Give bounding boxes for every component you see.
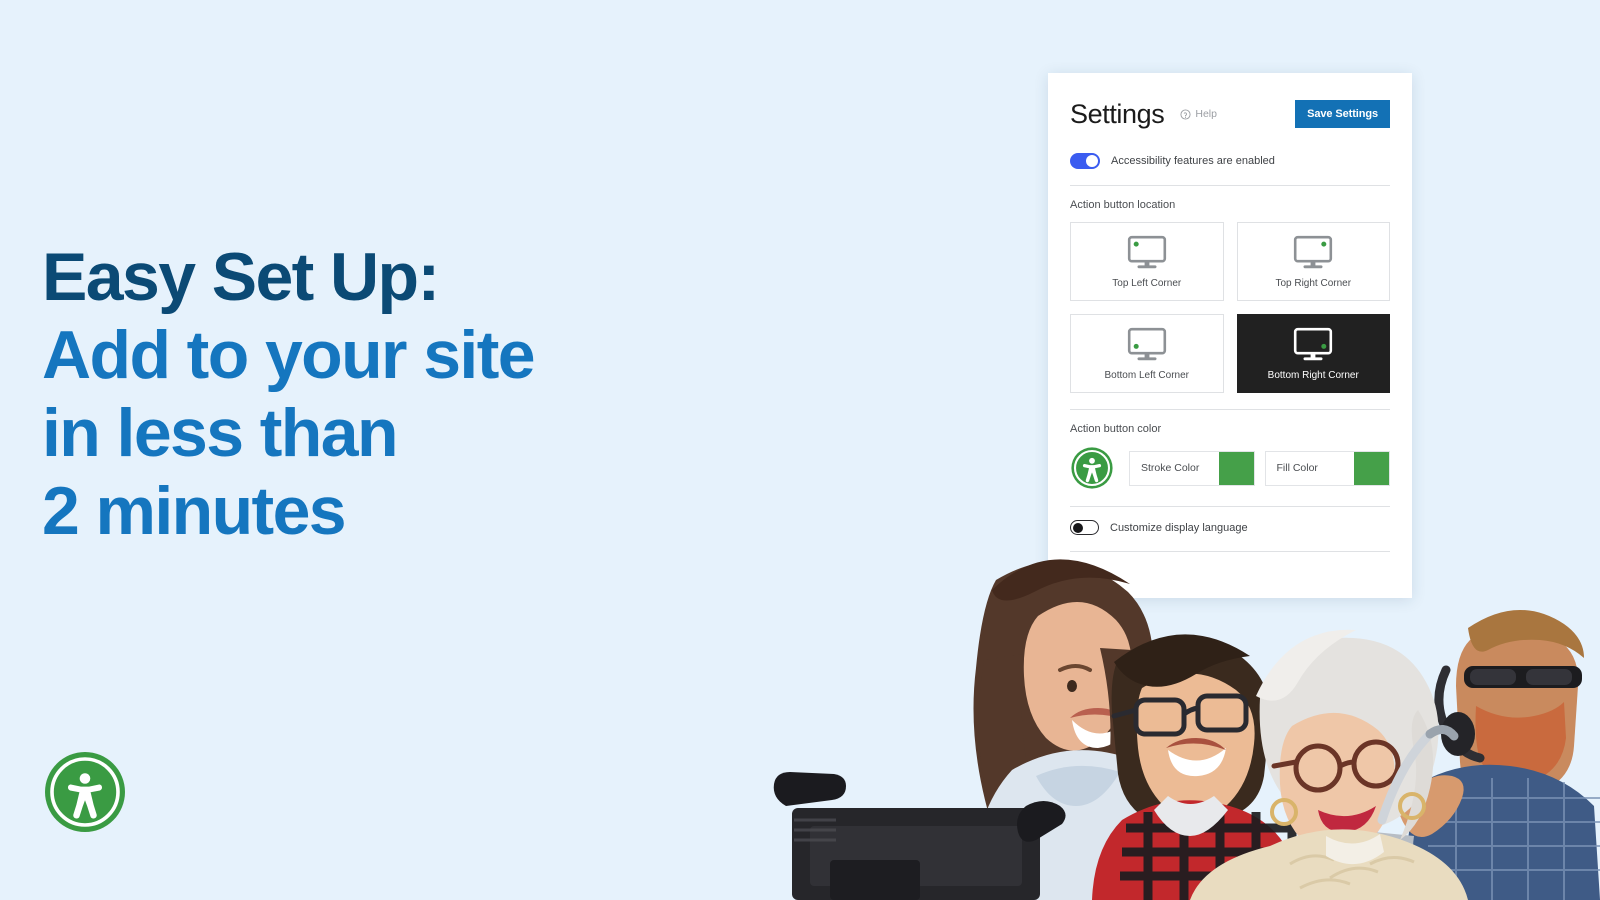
help-link[interactable]: Help bbox=[1180, 108, 1217, 120]
settings-title: Settings bbox=[1070, 98, 1165, 129]
action-button-location-grid: Top Left Corner Top Right Corner Bottom … bbox=[1070, 222, 1390, 393]
location-tile-bottom-left[interactable]: Bottom Left Corner bbox=[1070, 314, 1224, 393]
fill-color-label: Fill Color bbox=[1276, 462, 1318, 474]
accessibility-features-toggle-label: Accessibility features are enabled bbox=[1111, 155, 1275, 167]
accessibility-person-icon bbox=[1070, 446, 1114, 490]
accessibility-person-icon bbox=[43, 750, 127, 834]
headline-line-4: 2 minutes bbox=[42, 473, 347, 549]
help-label: Help bbox=[1195, 108, 1217, 120]
question-circle-icon bbox=[1180, 108, 1191, 120]
settings-header: Settings Help Save Settings bbox=[1070, 97, 1390, 131]
monitor-icon bbox=[1126, 327, 1168, 363]
hero-banner: Easy Set Up: Add to your site in less th… bbox=[0, 0, 1600, 900]
accessibility-features-toggle[interactable] bbox=[1070, 153, 1100, 169]
location-tile-label: Bottom Left Corner bbox=[1104, 369, 1189, 381]
monitor-icon bbox=[1292, 235, 1334, 271]
stroke-color-label: Stroke Color bbox=[1141, 462, 1200, 474]
save-settings-button[interactable]: Save Settings bbox=[1295, 99, 1390, 129]
location-tile-top-left[interactable]: Top Left Corner bbox=[1070, 222, 1224, 301]
headline-line-1: Easy Set Up: bbox=[42, 239, 440, 315]
stroke-color-field[interactable]: Stroke Color bbox=[1129, 450, 1255, 486]
divider-bottom bbox=[1070, 506, 1390, 507]
fill-color-swatch[interactable] bbox=[1354, 451, 1389, 485]
action-button-location-label: Action button location bbox=[1070, 199, 1176, 211]
stroke-color-swatch[interactable] bbox=[1218, 451, 1254, 485]
people-photo bbox=[770, 520, 1600, 900]
action-button-color-row: Stroke Color Fill Color bbox=[1070, 446, 1390, 490]
monitor-icon bbox=[1292, 327, 1334, 363]
fill-color-field[interactable]: Fill Color bbox=[1264, 450, 1390, 486]
headline-line-2: Add to your site bbox=[42, 317, 536, 393]
page-title: Easy Set Up: Add to your site in less th… bbox=[42, 238, 742, 550]
location-tile-label: Top Right Corner bbox=[1275, 277, 1352, 289]
toggle-knob bbox=[1086, 155, 1098, 167]
location-tile-label: Bottom Right Corner bbox=[1267, 369, 1359, 381]
location-tile-top-right[interactable]: Top Right Corner bbox=[1236, 222, 1390, 301]
location-tile-bottom-right[interactable]: Bottom Right Corner bbox=[1236, 314, 1390, 393]
divider-top bbox=[1070, 185, 1390, 186]
action-button-color-label: Action button color bbox=[1070, 423, 1162, 435]
monitor-icon bbox=[1126, 235, 1168, 271]
headline-line-3: in less than bbox=[42, 395, 399, 471]
location-tile-label: Top Left Corner bbox=[1112, 277, 1182, 289]
accessibility-features-toggle-row: Accessibility features are enabled bbox=[1070, 153, 1390, 169]
divider-middle bbox=[1070, 409, 1390, 410]
